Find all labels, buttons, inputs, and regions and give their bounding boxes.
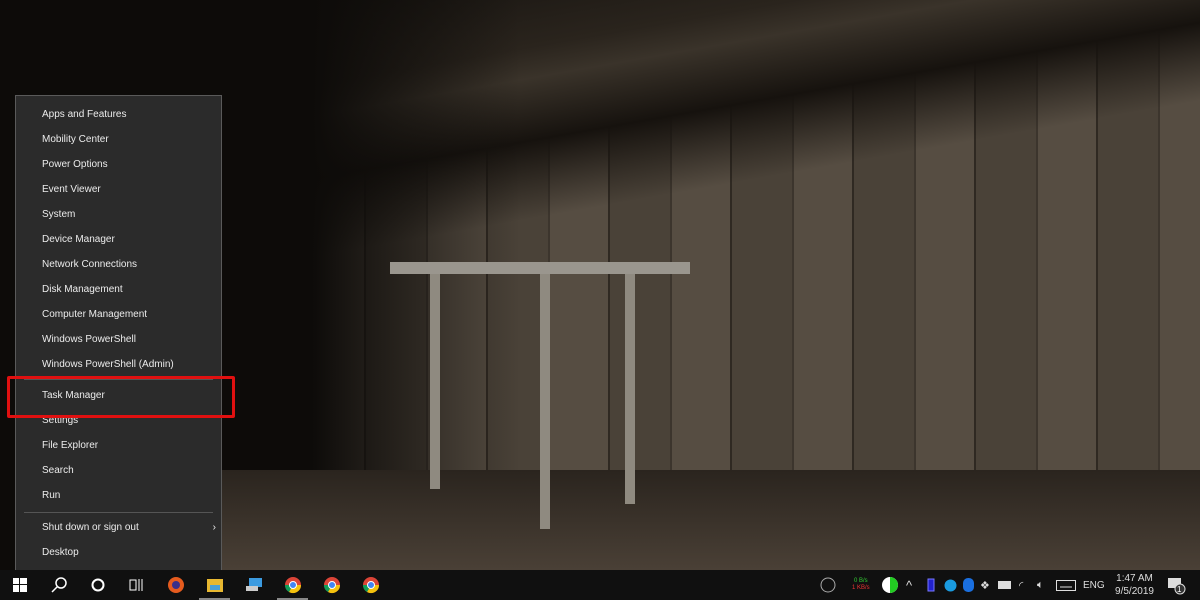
notification-count: 1 <box>1177 585 1182 594</box>
chrome-icon[interactable] <box>273 570 312 600</box>
file-explorer-icon[interactable] <box>195 570 234 600</box>
menu-item[interactable]: Windows PowerShell (Admin) <box>42 355 222 375</box>
menu-item[interactable]: Network Connections <box>42 255 222 275</box>
menu-item[interactable]: File Explorer <box>42 436 222 456</box>
highlight-box <box>7 376 235 418</box>
quick-link-menu: Apps and Features Mobility Center Power Op… <box>15 95 222 571</box>
wallpaper-floor <box>220 470 1200 570</box>
cortana-icon[interactable] <box>78 570 117 600</box>
network-app-icon[interactable] <box>234 570 273 600</box>
device-icon[interactable] <box>998 570 1011 600</box>
net-down-speed: 1 KB/s <box>852 585 870 591</box>
menu-item[interactable]: Power Options <box>42 155 222 175</box>
menu-item[interactable]: Mobility Center <box>42 130 222 150</box>
menu-item[interactable]: Event Viewer <box>42 180 222 200</box>
task-view-icon[interactable] <box>117 570 156 600</box>
clock-time: 1:47 AM <box>1116 573 1153 584</box>
clock-date: 9/5/2019 <box>1115 586 1154 597</box>
menu-item[interactable]: Search <box>42 461 222 481</box>
volume-icon[interactable]: 🔈︎ <box>1037 570 1044 600</box>
notification-center-icon[interactable]: 1 <box>1166 570 1186 600</box>
skype-icon[interactable] <box>944 570 957 600</box>
wallpaper-table-leg <box>625 274 635 504</box>
net-up-speed: 0 B/s <box>854 578 868 584</box>
clock[interactable]: 1:47 AM 9/5/2019 <box>1112 570 1157 600</box>
wallpaper-table <box>390 262 690 274</box>
network-meter[interactable]: 0 B/s 1 KB/s <box>852 570 870 600</box>
cortana-circle-icon[interactable] <box>820 570 836 600</box>
chevron-up-icon[interactable]: ^ <box>906 570 912 600</box>
firefox-icon[interactable] <box>156 570 195 600</box>
chrome-icon[interactable] <box>351 570 390 600</box>
menu-item[interactable]: Windows PowerShell <box>42 330 222 350</box>
menu-item[interactable]: System <box>42 205 222 225</box>
menu-item[interactable]: Disk Management <box>42 280 222 300</box>
bluetooth-icon[interactable] <box>963 570 974 600</box>
language-indicator[interactable]: ENG <box>1083 570 1105 600</box>
wallpaper-table-leg <box>540 274 550 529</box>
keyboard-icon[interactable] <box>1056 570 1076 600</box>
menu-item[interactable]: Run <box>42 486 222 506</box>
wallpaper-table-leg <box>430 274 440 489</box>
battery-icon[interactable] <box>927 570 935 600</box>
menu-item[interactable]: Device Manager <box>42 230 222 250</box>
start-icon[interactable] <box>0 570 39 600</box>
chevron-right-icon: › <box>212 522 216 533</box>
search-icon[interactable] <box>39 570 78 600</box>
wifi-icon[interactable]: ◜ <box>1019 570 1023 600</box>
taskbar: 0 B/s 1 KB/s ^ ❖ ◜ 🔈︎ ENG 1:47 AM 9/5/20… <box>0 570 1200 600</box>
menu-item-label: Shut down or sign out <box>42 522 139 533</box>
dropbox-icon[interactable]: ❖ <box>980 570 990 600</box>
menu-item-desktop[interactable]: Desktop <box>42 543 222 563</box>
menu-separator <box>24 512 213 513</box>
menu-item-shut-down[interactable]: Shut down or sign out › <box>42 518 222 538</box>
menu-item[interactable]: Apps and Features <box>42 105 222 125</box>
menu-item[interactable]: Computer Management <box>42 305 222 325</box>
chrome-icon[interactable] <box>312 570 351 600</box>
battery-meter-icon[interactable] <box>881 570 899 600</box>
